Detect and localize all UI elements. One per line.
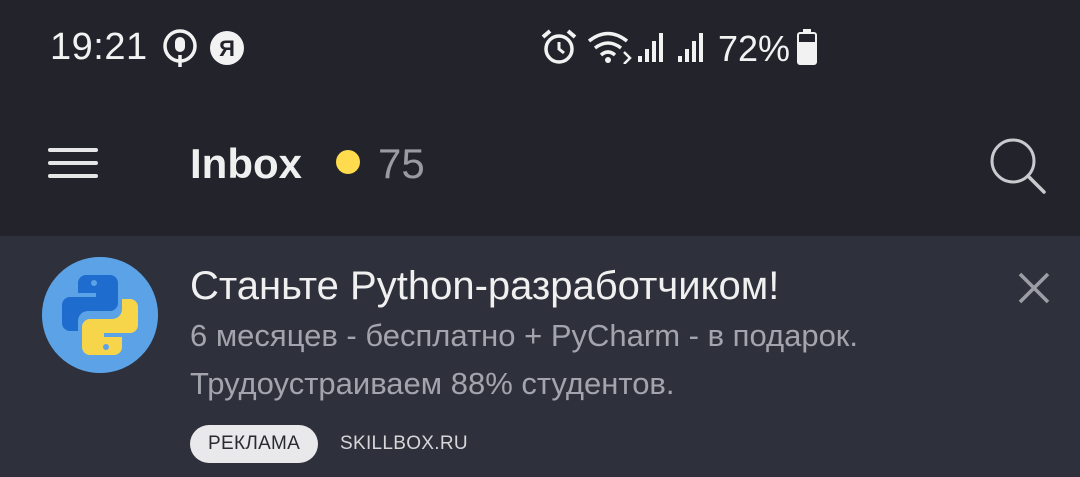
status-time: 19:21 [50,26,148,68]
search-icon[interactable] [986,134,1048,196]
ad-title[interactable]: Станьте Python-разработчиком! [190,264,779,309]
signal-icon [678,33,703,62]
podcast-icon [163,29,197,67]
status-bar: 19:21 Я 72% [0,0,1080,95]
wifi-icon [587,31,632,64]
app-bar [0,95,1080,236]
battery-icon [797,29,817,65]
unread-count: 75 [378,140,425,187]
ad-description-line-2: Трудоустраиваем 88% студентов. [190,366,675,401]
close-icon[interactable] [1014,268,1054,308]
page-title[interactable]: Inbox [190,140,302,188]
signal-icon [638,33,663,62]
ad-badge: РЕКЛАМА [190,425,319,463]
hamburger-menu-icon[interactable] [48,146,100,182]
ad-domain[interactable]: SKILLBOX.RU [340,433,468,455]
ad-description-line-1: 6 месяцев - бесплатно + PyCharm - в пода… [190,318,858,353]
battery-percent: 72% [718,28,791,69]
unread-dot-icon [336,150,360,174]
yandex-icon: Я [210,31,244,65]
alarm-icon [541,29,577,64]
svg-text:Я: Я [219,36,235,61]
python-logo-icon [42,257,158,373]
